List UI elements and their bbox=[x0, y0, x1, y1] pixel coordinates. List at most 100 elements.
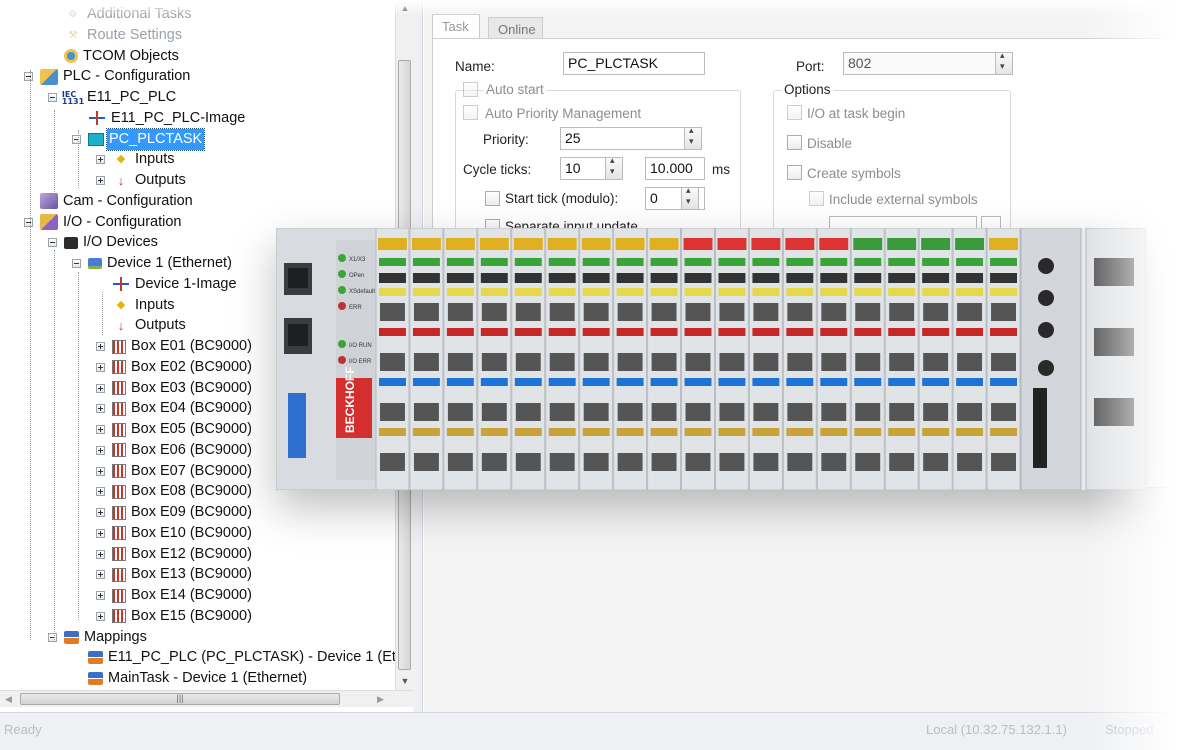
cycle-time-unit: ms bbox=[712, 162, 730, 177]
expand-icon[interactable] bbox=[96, 342, 105, 351]
expand-icon[interactable] bbox=[96, 591, 105, 600]
collapse-icon[interactable] bbox=[48, 632, 57, 642]
tree-item[interactable]: Box E09 (BC9000) bbox=[96, 502, 254, 523]
process-image-icon bbox=[112, 276, 130, 292]
tree-item[interactable]: PC_PLCTASK bbox=[72, 127, 206, 151]
disable-checkbox[interactable] bbox=[787, 135, 802, 150]
tree-item[interactable]: ⚙ Additional Tasks bbox=[64, 4, 194, 25]
tree-item[interactable]: Box E06 (BC9000) bbox=[96, 440, 254, 461]
tree-item[interactable]: Box E10 (BC9000) bbox=[96, 523, 254, 544]
expand-icon[interactable] bbox=[96, 528, 105, 538]
tree-item-label: Device 1-Image bbox=[135, 275, 237, 292]
tree-item[interactable]: I/O - Configuration bbox=[24, 212, 183, 233]
collapse-icon[interactable] bbox=[48, 93, 57, 102]
mapping-icon bbox=[88, 651, 103, 665]
mapping-icon bbox=[88, 672, 103, 685]
tree-item[interactable]: Device 1 (Ethernet) bbox=[72, 253, 234, 274]
tree-item[interactable]: Mappings bbox=[48, 627, 149, 648]
expand-icon[interactable] bbox=[96, 487, 105, 497]
tab-online[interactable]: Online bbox=[488, 17, 543, 38]
tree-item-label: E11_PC_PLC-Image bbox=[111, 109, 246, 126]
collapse-icon[interactable] bbox=[72, 259, 81, 268]
scroll-up-arrow-icon[interactable]: ▲ bbox=[396, 0, 414, 17]
expand-icon[interactable] bbox=[96, 445, 105, 455]
expand-icon[interactable] bbox=[96, 383, 105, 393]
tree-item[interactable]: ↓ Outputs bbox=[96, 170, 188, 191]
tree-item[interactable]: Device 1-Image bbox=[112, 274, 239, 295]
expand-icon[interactable] bbox=[96, 549, 105, 559]
tree-item[interactable]: Box E03 (BC9000) bbox=[96, 378, 254, 399]
bus-coupler-icon bbox=[112, 609, 126, 624]
auto-start-checkbox[interactable] bbox=[463, 82, 478, 97]
collapse-icon[interactable] bbox=[24, 72, 33, 82]
tree-item[interactable]: Box E07 (BC9000) bbox=[96, 461, 254, 482]
tree-item[interactable]: Box E08 (BC9000) bbox=[96, 481, 254, 502]
tab-task[interactable]: Task bbox=[432, 14, 480, 38]
tree-item[interactable]: IEC 1131 E11_PC_PLC bbox=[48, 87, 178, 108]
status-led-icon bbox=[338, 270, 346, 278]
include-external-checkbox[interactable] bbox=[809, 191, 824, 206]
tree-item[interactable]: Inputs bbox=[112, 295, 177, 316]
create-symbols-checkbox[interactable] bbox=[787, 165, 802, 180]
tree-item[interactable]: ⚒ Route Settings bbox=[64, 25, 184, 46]
tree-item[interactable]: E11_PC_PLC (PC_PLCTASK) - Device 1 (Eth bbox=[88, 647, 395, 668]
iec-project-icon: IEC 1131 bbox=[61, 89, 85, 106]
io-terminal-module bbox=[477, 228, 512, 490]
tree-item[interactable]: Box E01 (BC9000) bbox=[96, 336, 254, 357]
name-field[interactable]: PC_PLCTASK bbox=[563, 52, 705, 75]
tree-horizontal-scrollbar[interactable]: ◀ ||| ▶ bbox=[0, 690, 413, 707]
scroll-left-arrow-icon[interactable]: ◀ bbox=[0, 691, 17, 708]
collapse-icon[interactable] bbox=[48, 238, 57, 248]
io-terminal-module bbox=[782, 228, 817, 490]
tree-item[interactable]: E11_PC_PLC-Image bbox=[88, 108, 247, 129]
expand-icon[interactable] bbox=[96, 155, 105, 165]
expand-icon[interactable] bbox=[96, 570, 105, 580]
bus-coupler-icon bbox=[112, 588, 126, 603]
tree-item[interactable]: Box E05 (BC9000) bbox=[96, 419, 254, 440]
tree-item[interactable]: Box E12 (BC9000) bbox=[96, 544, 254, 565]
collapse-icon[interactable] bbox=[24, 217, 33, 227]
tree-item[interactable]: MainTask - Device 1 (Ethernet) bbox=[88, 668, 309, 689]
priority-spinner[interactable] bbox=[684, 125, 702, 150]
collapse-icon[interactable] bbox=[72, 134, 81, 144]
scroll-down-arrow-icon[interactable]: ▼ bbox=[396, 673, 414, 690]
tree-item[interactable]: ↓ Outputs bbox=[112, 315, 188, 336]
expand-icon[interactable] bbox=[96, 176, 105, 185]
cycle-time-field[interactable]: 10.000 bbox=[645, 157, 705, 180]
led-label: X1/X3 bbox=[349, 257, 366, 263]
expand-icon[interactable] bbox=[96, 425, 105, 434]
start-tick-spinner[interactable] bbox=[681, 185, 699, 210]
port-spinner[interactable] bbox=[995, 50, 1013, 75]
beckhoff-controller-photo: BECKHOFF X1/X3 OPen XSdefault ERR I/O RUN I/O… bbox=[276, 228, 1146, 490]
priority-field[interactable]: 25 bbox=[560, 127, 702, 150]
tree-item[interactable]: Box E14 (BC9000) bbox=[96, 585, 254, 606]
status-led-icon bbox=[338, 254, 346, 262]
scroll-right-arrow-icon[interactable]: ▶ bbox=[372, 691, 389, 708]
tree-horizontal-scroll-thumb[interactable]: ||| bbox=[20, 693, 340, 705]
tree-item[interactable]: Inputs bbox=[96, 149, 177, 170]
tree-item[interactable]: PLC - Configuration bbox=[24, 66, 192, 87]
start-tick-checkbox[interactable] bbox=[485, 191, 500, 206]
tree-item[interactable]: Box E15 (BC9000) bbox=[96, 606, 254, 627]
expand-icon[interactable] bbox=[96, 404, 105, 414]
expand-icon[interactable] bbox=[96, 466, 105, 476]
tree-item[interactable]: Box E04 (BC9000) bbox=[96, 398, 254, 419]
tree-item[interactable]: Cam - Configuration bbox=[40, 191, 195, 212]
cycle-ticks-spinner[interactable] bbox=[605, 155, 623, 180]
io-at-task-begin-checkbox[interactable] bbox=[787, 105, 802, 120]
expand-icon[interactable] bbox=[96, 362, 105, 372]
tree-item[interactable]: Box E02 (BC9000) bbox=[96, 357, 254, 378]
bus-coupler-icon bbox=[112, 567, 126, 582]
auto-start-label: Auto start bbox=[483, 82, 547, 97]
auto-priority-checkbox[interactable] bbox=[463, 105, 478, 120]
port-field[interactable]: 802 bbox=[843, 52, 1013, 75]
expand-icon[interactable] bbox=[96, 508, 105, 517]
tree-item[interactable]: I/O Devices bbox=[48, 232, 160, 253]
tree-item-label: Box E01 (BC9000) bbox=[131, 338, 252, 354]
tree-item[interactable]: TCOM Objects bbox=[64, 46, 181, 67]
io-at-task-begin-label: I/O at task begin bbox=[807, 106, 906, 121]
outputs-icon: ↓ bbox=[117, 173, 125, 188]
tree-item[interactable]: Box E13 (BC9000) bbox=[96, 564, 254, 585]
expand-icon[interactable] bbox=[96, 611, 105, 621]
tree-item-label: Box E12 (BC9000) bbox=[131, 545, 252, 562]
